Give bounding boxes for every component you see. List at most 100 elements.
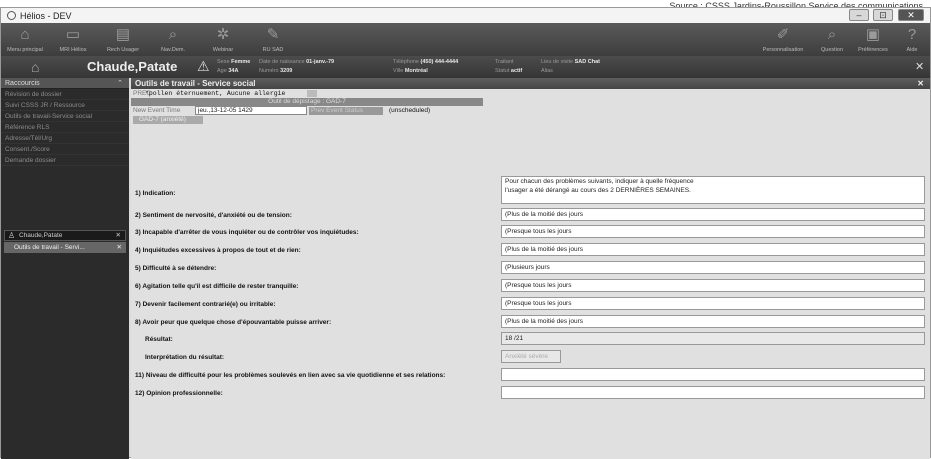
close-patient-icon[interactable]: ✕ — [915, 60, 924, 73]
sexe-value: Femme — [231, 59, 251, 65]
warning-icon[interactable]: ⚠ — [197, 58, 210, 75]
ville-label: Ville — [393, 68, 404, 74]
close-window-button[interactable]: ✕ — [898, 9, 924, 21]
age-label: Age — [217, 68, 227, 74]
dossier-label: Numéro — [259, 68, 279, 74]
house-icon: ⌂ — [20, 26, 30, 43]
gad-tab[interactable]: GAD-7 (anxiété) — [133, 116, 203, 124]
toolbar-aide[interactable]: ? Aide — [897, 25, 927, 53]
toolbar-webinar[interactable]: ✲ Webinar — [201, 25, 245, 53]
event-label: New Event Time — [133, 107, 181, 114]
toolbar-preferences[interactable]: ▣ Préférences — [851, 25, 895, 53]
answer-field[interactable] — [501, 386, 925, 399]
search-icon: ⌕ — [827, 26, 837, 43]
toolbar-label: Nav.Dem. — [160, 47, 186, 53]
question-label: 6) Agitation telle qu'il est difficile d… — [135, 283, 299, 290]
toolbar-mri-helios[interactable]: ▭ MRI Hélios — [51, 25, 95, 53]
interpretation-field: Anxiété sévère — [501, 350, 561, 363]
toolbar-nav-dem[interactable]: ⌕ Nav.Dem. — [151, 25, 195, 53]
question-label: 3) Incapable d'arrêter de vous inquiéter… — [135, 229, 359, 236]
toolbar-label: Menu principal — [7, 47, 43, 53]
document-icon: ▤ — [115, 26, 131, 43]
sexe-label: Sexe — [217, 59, 230, 65]
answer-field[interactable]: (Plus de la moitié des jours — [501, 208, 925, 221]
help-icon: ? — [907, 26, 917, 43]
title-bar: Hélios - DEV – ⊡ ✕ — [1, 8, 930, 23]
toolbar-personnalisation[interactable]: ✐ Personnalisation — [753, 25, 813, 53]
gear-icon: ✲ — [216, 26, 230, 43]
answer-field[interactable]: (Presque tous les jours — [501, 297, 925, 310]
sidebar-item-suivi[interactable]: Suivi CSSS JR / Ressource — [1, 100, 129, 111]
statut-label: Statut — [495, 68, 510, 74]
interpretation-label: Interprétation du résultat: — [145, 354, 225, 361]
close-panel-icon[interactable]: ✕ — [917, 78, 924, 89]
answer-field[interactable] — [501, 368, 925, 381]
answer-field[interactable]: (Plusieurs jours — [501, 261, 925, 274]
toolbar-label: Personnalisation — [762, 47, 804, 53]
sidebar-item-outils[interactable]: Outils de travail-Service social — [1, 111, 129, 122]
traitant-label: Traitant — [495, 59, 514, 65]
toolbar-label: Rech Usager — [106, 47, 140, 53]
toolbar-ru-sad[interactable]: ✎ RU SAD — [251, 25, 295, 53]
app-logo-icon — [7, 11, 16, 20]
app-window: Hélios - DEV – ⊡ ✕ ⌂ Menu principal ▭ MR… — [0, 7, 931, 459]
result-label: Résultat: — [145, 336, 173, 343]
question-label: 7) Devenir facilement contrarié(e) ou ir… — [135, 301, 276, 308]
answer-field[interactable]: (Plus de la moitié des jours — [501, 315, 925, 328]
open-tool-tab[interactable]: Outils de travail - Servi... ✕ — [4, 242, 126, 253]
sidebar: Raccourcis ⌃ Révision de dossier Suivi C… — [1, 78, 129, 459]
close-tool-icon[interactable]: ✕ — [117, 242, 122, 253]
sidebar-item-demande[interactable]: Demande dossier — [1, 155, 129, 166]
event-time-field[interactable]: jeu.,13-12-05 1429 — [195, 106, 307, 115]
main-panel: Outils de travail - Service social ✕ PRE… — [131, 78, 930, 459]
toolbar-label: Webinar — [212, 47, 234, 53]
indication-box: Pour chacun des problèmes suivants, indi… — [501, 176, 925, 204]
lieu-value: SAD Chat — [574, 59, 601, 65]
sidebar-item-reference[interactable]: Référence RLS — [1, 122, 129, 133]
toolbar-label: Question — [820, 47, 843, 53]
open-patient-name: Chaude,Patate — [19, 232, 63, 239]
toolbar-label: Préférences — [858, 47, 888, 53]
answer-field[interactable]: (Presque tous les jours — [501, 225, 925, 238]
toolbar-question[interactable]: ⌕ Question — [815, 25, 849, 53]
alias-label: Alias — [541, 68, 553, 74]
toolbar-menu-principal[interactable]: ⌂ Menu principal — [3, 25, 47, 53]
form-info-block: PREC *pollen éternuement, Aucune allergi… — [131, 90, 511, 124]
question-label: 4) Inquiétudes excessives à propos de to… — [135, 247, 301, 254]
magnifier-icon: ⌕ — [168, 26, 178, 43]
prec-value: *pollen éternuement, Aucune allergie — [145, 90, 286, 97]
tel-label: Téléphone — [393, 59, 419, 65]
prev-label: Prev Event Status — [309, 107, 383, 115]
patient-avatar-icon[interactable]: ⌂ — [31, 59, 39, 75]
shortcuts-header[interactable]: Raccourcis ⌃ — [1, 78, 129, 89]
toolbar-rech-usager[interactable]: ▤ Rech Usager — [101, 25, 145, 53]
panel-header: Outils de travail - Service social ✕ — [131, 78, 930, 89]
open-tool-name: Outils de travail - Servi... — [14, 244, 85, 251]
answer-field[interactable]: (Presque tous les jours — [501, 279, 925, 292]
tools-icon: ✐ — [776, 26, 790, 43]
sidebar-item-adresse[interactable]: Adresse/Tél/Urg — [1, 133, 129, 144]
result-field: 18 /21 — [501, 332, 925, 345]
prec-indicator — [307, 90, 317, 97]
question-label: 11) Niveau de difficulté pour les problè… — [135, 372, 446, 379]
patient-name: Chaude,Patate — [87, 59, 178, 74]
ddn-label: Date de naissance — [259, 59, 305, 65]
main-toolbar: ⌂ Menu principal ▭ MRI Hélios ▤ Rech Usa… — [1, 23, 930, 56]
question-label: 2) Sentiment de nervosité, d'anxiété ou … — [135, 212, 292, 219]
sidebar-item-consent[interactable]: Consent./Score — [1, 144, 129, 155]
question-label: 5) Difficulté à se détendre: — [135, 265, 217, 272]
sidebar-item-revision[interactable]: Révision de dossier — [1, 89, 129, 100]
minimize-button[interactable]: – — [849, 9, 869, 21]
person-icon: ♙ — [8, 231, 16, 240]
question-label: 12) Opinion professionnelle: — [135, 390, 223, 397]
open-patient-tab[interactable]: ♙ Chaude,Patate ✕ — [4, 230, 126, 241]
question-label: 1) Indication: — [135, 190, 176, 197]
maximize-button[interactable]: ⊡ — [873, 9, 893, 21]
dossier-value: 3209 — [280, 68, 293, 74]
answer-field[interactable]: (Plus de la moitié des jours — [501, 243, 925, 256]
clipboard-icon: ✎ — [266, 26, 280, 43]
collapse-icon[interactable]: ⌃ — [117, 78, 123, 89]
monitor-icon: ▭ — [65, 26, 81, 43]
toolbar-label: RU SAD — [262, 47, 284, 53]
close-tab-icon[interactable]: ✕ — [116, 231, 121, 240]
